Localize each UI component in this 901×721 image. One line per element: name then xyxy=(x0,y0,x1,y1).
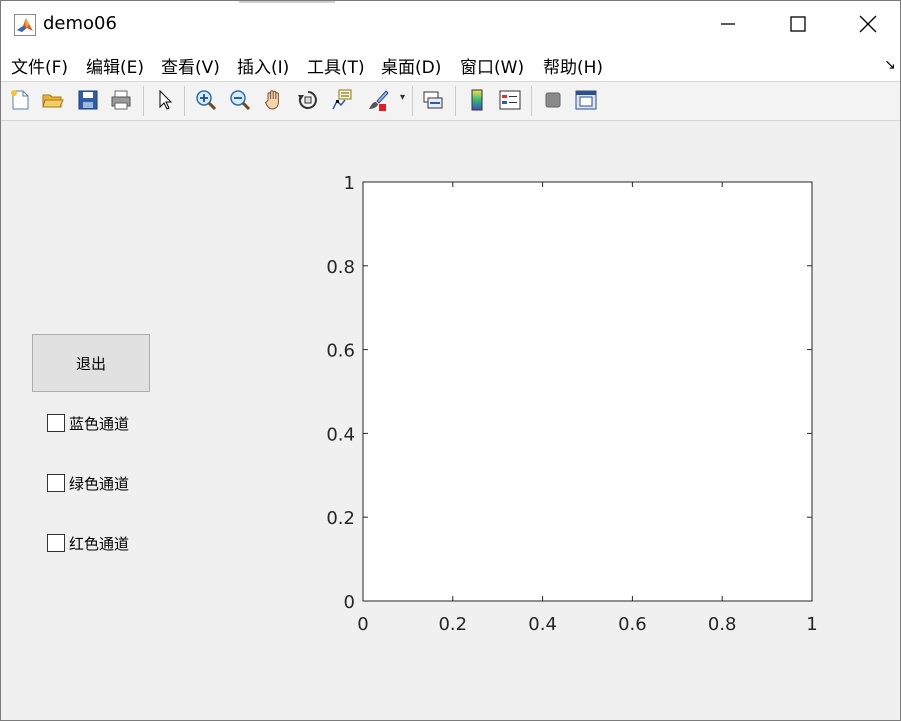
toolbar-separator xyxy=(184,86,185,116)
x-tick-label: 0.8 xyxy=(708,614,737,635)
y-tick-label: 0.2 xyxy=(326,508,355,529)
open-folder-icon[interactable] xyxy=(41,88,65,112)
checkbox-red-channel[interactable]: 红色通道 xyxy=(47,533,129,553)
checkbox-box[interactable] xyxy=(47,534,65,552)
plot-axes[interactable]: 0 0.2 0.4 0.6 0.8 1 0 0.2 0.4 0.6 0.8 1 xyxy=(301,161,861,651)
menu-tools[interactable]: 工具(T) xyxy=(307,53,365,78)
plot-area xyxy=(362,181,813,602)
x-tick-label: 1 xyxy=(806,614,817,635)
show-plot-tools-icon[interactable] xyxy=(574,88,598,112)
menu-dock-arrow-icon[interactable]: ↘ xyxy=(884,57,896,73)
rotate-3d-icon[interactable] xyxy=(296,88,320,112)
minimize-button[interactable] xyxy=(693,1,763,47)
menu-file[interactable]: 文件(F) xyxy=(11,53,68,78)
figure-toolbar: ▾ xyxy=(1,82,900,121)
close-icon xyxy=(859,15,877,33)
close-button[interactable] xyxy=(833,1,901,47)
pointer-arrow-icon[interactable] xyxy=(153,88,177,112)
pan-hand-icon[interactable] xyxy=(262,88,286,112)
hide-plot-tools-icon[interactable] xyxy=(541,88,565,112)
menu-view[interactable]: 查看(V) xyxy=(161,53,220,78)
maximize-button[interactable] xyxy=(763,1,833,47)
menu-desktop[interactable]: 桌面(D) xyxy=(381,53,441,78)
x-tick-label: 0.4 xyxy=(528,614,557,635)
y-tick-label: 0 xyxy=(344,592,355,613)
x-tick-label: 0 xyxy=(357,614,368,635)
y-tick-label: 0.8 xyxy=(326,257,355,278)
x-tick-label: 0.6 xyxy=(618,614,647,635)
checkbox-label: 蓝色通道 xyxy=(69,414,130,433)
zoom-in-icon[interactable] xyxy=(194,88,218,112)
minimize-icon xyxy=(721,23,735,25)
y-tick-label: 1 xyxy=(344,173,355,194)
y-tick-label: 0.4 xyxy=(326,424,355,445)
title-bar-edge xyxy=(239,1,335,3)
figure-window: demo06 文件(F) 编辑(E) 查看(V) 插入(I) 工具(T) 桌面(… xyxy=(0,0,901,721)
save-icon[interactable] xyxy=(76,88,100,112)
print-icon[interactable] xyxy=(109,88,133,112)
checkbox-blue-channel[interactable]: 蓝色通道 xyxy=(47,413,129,433)
legend-icon[interactable] xyxy=(498,88,522,112)
quit-button[interactable]: 退出 xyxy=(32,334,150,392)
toolbar-separator xyxy=(531,86,532,116)
toolbar-separator xyxy=(412,86,413,116)
menu-edit[interactable]: 编辑(E) xyxy=(86,53,144,78)
checkbox-box[interactable] xyxy=(47,474,65,492)
zoom-out-icon[interactable] xyxy=(228,88,252,112)
menu-window[interactable]: 窗口(W) xyxy=(460,53,524,78)
menu-help[interactable]: 帮助(H) xyxy=(543,53,603,78)
data-cursor-icon[interactable] xyxy=(330,88,354,112)
x-tick-label: 0.2 xyxy=(438,614,467,635)
toolbar-separator xyxy=(455,86,456,116)
maximize-icon xyxy=(790,16,806,32)
checkbox-box[interactable] xyxy=(47,414,65,432)
toolbar-separator xyxy=(143,86,144,116)
matlab-logo-icon xyxy=(14,14,36,36)
checkbox-green-channel[interactable]: 绿色通道 xyxy=(47,473,129,493)
title-bar: demo06 xyxy=(1,1,900,47)
y-tick-label: 0.6 xyxy=(326,341,355,362)
checkbox-label: 红色通道 xyxy=(69,534,130,553)
brush-dropdown-arrow-icon[interactable]: ▾ xyxy=(400,92,405,103)
link-plot-icon[interactable] xyxy=(421,88,445,112)
menu-insert[interactable]: 插入(I) xyxy=(237,53,289,78)
colorbar-icon[interactable] xyxy=(465,88,489,112)
brush-icon[interactable] xyxy=(366,88,390,112)
checkbox-label: 绿色通道 xyxy=(69,474,130,493)
window-title: demo06 xyxy=(43,13,117,34)
menu-bar: 文件(F) 编辑(E) 查看(V) 插入(I) 工具(T) 桌面(D) 窗口(W… xyxy=(1,47,900,82)
new-file-icon[interactable] xyxy=(8,88,32,112)
